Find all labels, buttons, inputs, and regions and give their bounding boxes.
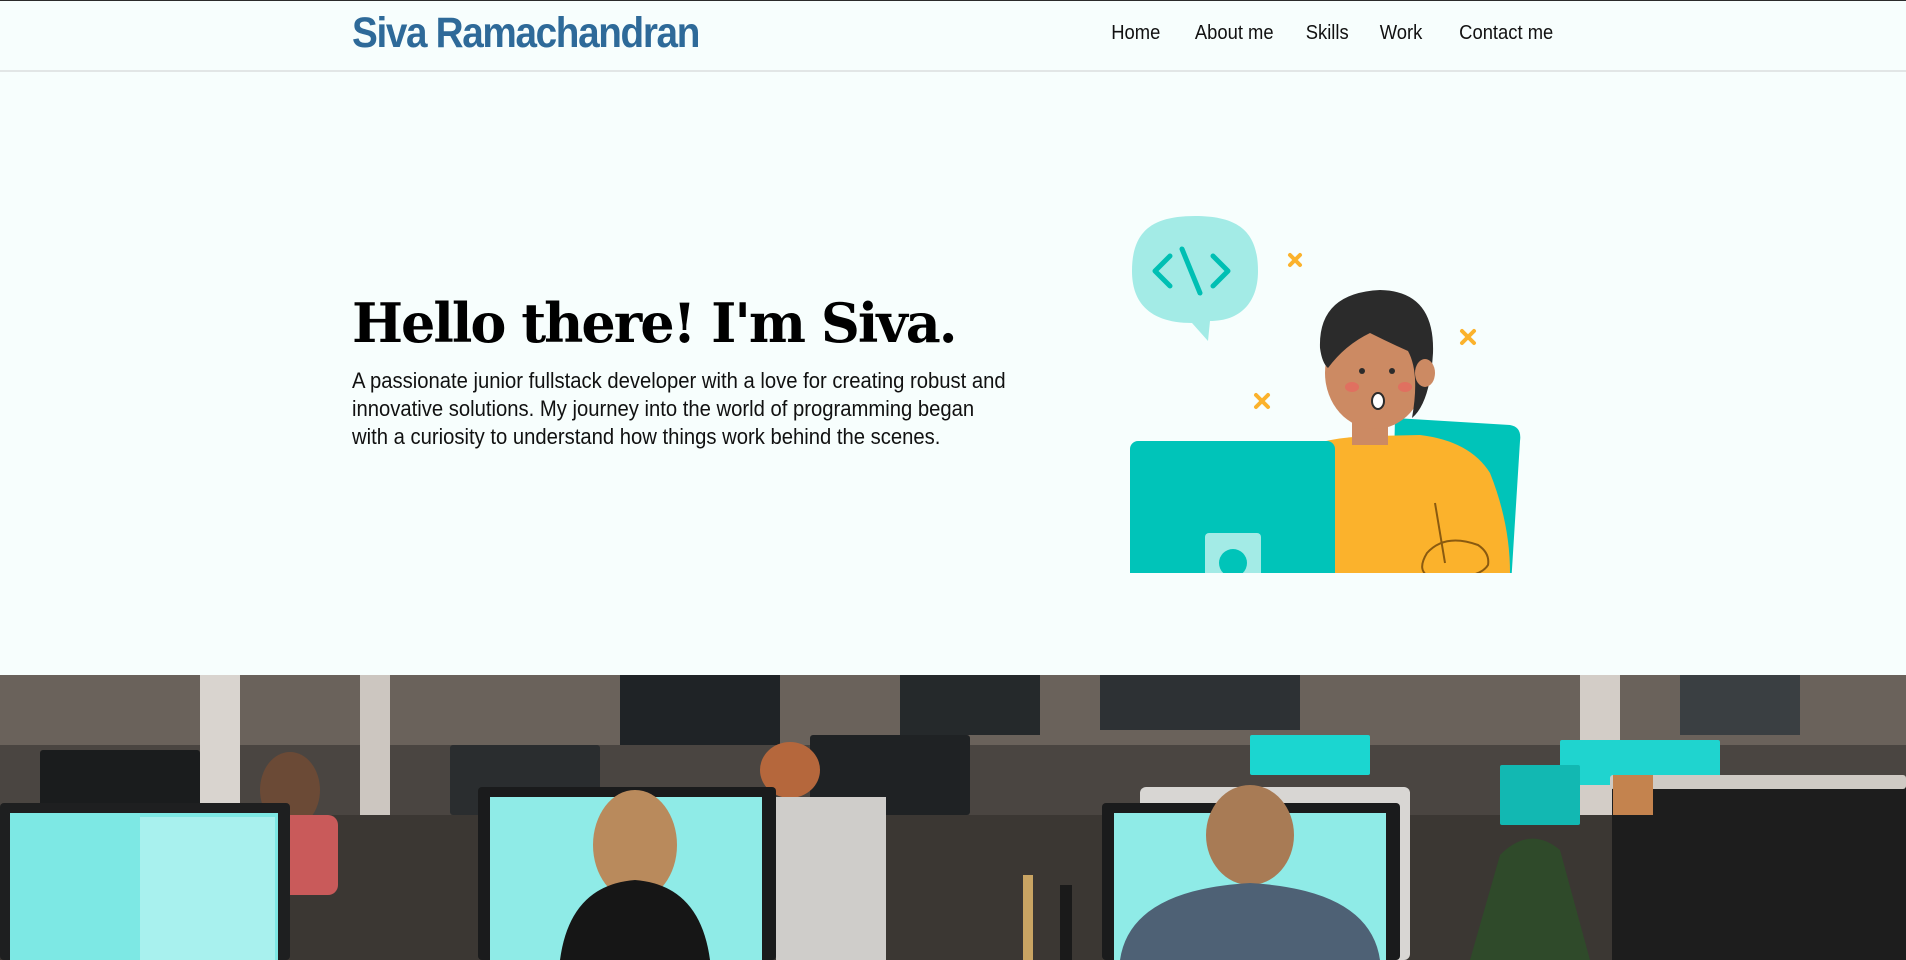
developer-illustration xyxy=(1130,216,1521,573)
hero-description: A passionate junior fullstack developer … xyxy=(352,368,1006,449)
speech-bubble-icon xyxy=(1132,216,1258,341)
brand-logo[interactable]: Siva Ramachandran xyxy=(352,9,700,58)
nav-link-home[interactable]: Home xyxy=(1111,22,1160,45)
nav-item-work: Work xyxy=(1348,22,1423,45)
nav-link-contact[interactable]: Contact me xyxy=(1459,22,1553,45)
nav-list: Home About me Skills Work Contact me xyxy=(1079,22,1553,45)
navbar: Siva Ramachandran Home About me Skills W… xyxy=(0,0,1906,72)
nav-item-about: About me xyxy=(1160,22,1274,45)
office-photo-image xyxy=(0,675,1906,960)
nav-item-contact: Contact me xyxy=(1423,22,1553,45)
nav-link-work[interactable]: Work xyxy=(1380,22,1423,45)
monitor-icon xyxy=(1130,441,1335,573)
office-photo xyxy=(0,675,1906,960)
nav-link-skills[interactable]: Skills xyxy=(1305,22,1348,45)
hero-section: Hello there! I'm Siva. A passionate juni… xyxy=(0,73,1906,675)
hero-title: Hello there! I'm Siva. xyxy=(352,291,957,355)
nav-item-home: Home xyxy=(1079,22,1160,45)
nav-link-about[interactable]: About me xyxy=(1195,22,1274,45)
nav-item-skills: Skills xyxy=(1274,22,1348,45)
